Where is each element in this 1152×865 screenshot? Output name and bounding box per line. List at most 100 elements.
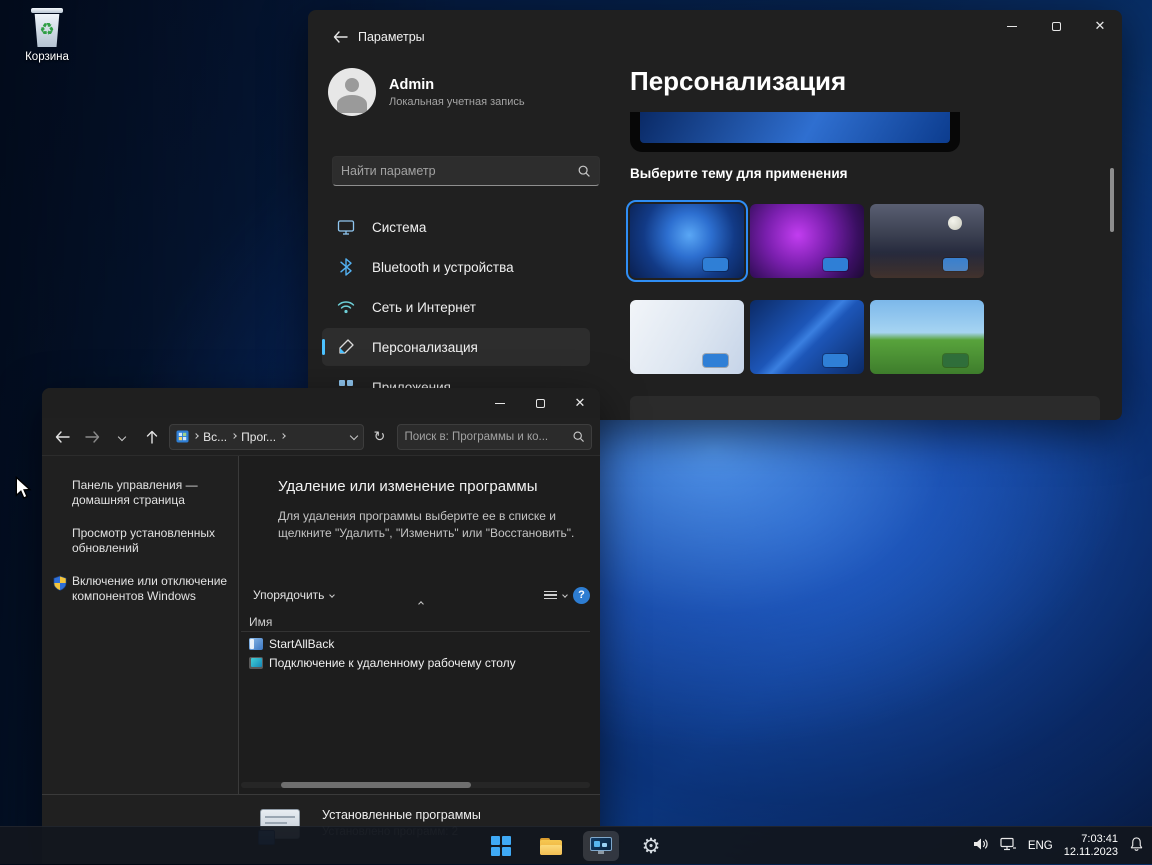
- list-item[interactable]: Подключение к удаленному рабочему столу: [241, 653, 590, 672]
- account-type: Локальная учетная запись: [389, 95, 525, 108]
- address-dropdown-icon[interactable]: [349, 431, 358, 441]
- sidebar-item-system[interactable]: Система: [322, 208, 590, 246]
- help-button[interactable]: [573, 586, 590, 604]
- sidebar-item-network[interactable]: Сеть и Интернет: [322, 288, 590, 326]
- uac-shield-icon: [53, 575, 67, 595]
- section-title: Удаление или изменение программы: [278, 478, 538, 495]
- back-button[interactable]: [326, 26, 354, 50]
- breadcrumb-item[interactable]: Прог...: [241, 430, 276, 444]
- sidebar-item-label: Система: [372, 219, 427, 235]
- tray-time: 7:03:41: [1081, 833, 1118, 845]
- link-control-panel-home[interactable]: Панель управления — домашняя страница: [72, 478, 228, 508]
- system-tray: ENG 7:03:41 12.11.2023: [973, 827, 1144, 865]
- close-icon: ✕: [1094, 18, 1106, 34]
- address-bar[interactable]: Вс... Прог...: [169, 423, 364, 450]
- settings-nav: Система Bluetooth и устройства Сеть и Ин…: [322, 208, 590, 408]
- vertical-scrollbar[interactable]: [1110, 168, 1114, 232]
- theme-preview: [630, 112, 960, 152]
- bluetooth-icon: [336, 257, 356, 277]
- sidebar-item-bluetooth[interactable]: Bluetooth и устройства: [322, 248, 590, 286]
- account-name: Admin: [389, 76, 435, 93]
- minimize-button[interactable]: [480, 388, 520, 418]
- theme-thumbnail-1[interactable]: [626, 200, 748, 282]
- sidebar-item-label: Персонализация: [372, 339, 478, 355]
- explorer-toolbar: Вс... Прог... ↻: [42, 418, 600, 456]
- column-header-name[interactable]: Имя: [241, 612, 590, 632]
- theme-grid: [626, 200, 984, 374]
- breadcrumb-item[interactable]: Вс...: [203, 430, 227, 444]
- maximize-button[interactable]: [520, 388, 560, 418]
- programs-and-features-button[interactable]: [583, 831, 619, 861]
- programs-app-icon: [590, 837, 612, 855]
- taskbar: ⚙ ENG 7:03:41 12.11.2023: [0, 826, 1152, 864]
- sidebar-item-label: Сеть и Интернет: [372, 299, 476, 315]
- back-arrow-icon: [333, 30, 348, 43]
- monitor-icon: [336, 217, 356, 237]
- tasks-pane: Панель управления — домашняя страница Пр…: [42, 456, 238, 794]
- clock[interactable]: 7:03:41 12.11.2023: [1064, 833, 1118, 859]
- section-description: Для удаления программы выберите ее в спи…: [278, 509, 575, 541]
- settings-search-box[interactable]: [332, 156, 600, 186]
- theme-thumbnail-3[interactable]: [870, 204, 984, 278]
- organize-button[interactable]: Упорядочить: [253, 588, 324, 602]
- account-card[interactable]: Admin Локальная учетная запись: [328, 68, 525, 116]
- theme-thumbnail-2[interactable]: [750, 204, 864, 278]
- maximize-icon: [535, 398, 545, 408]
- accent-color-card: [703, 354, 728, 367]
- link-windows-features[interactable]: Включение или отключение компонентов Win…: [53, 574, 228, 604]
- next-section-card[interactable]: [630, 396, 1100, 420]
- sidebar-item-personalization[interactable]: Персонализация: [322, 328, 590, 366]
- remote-desktop-icon: [249, 656, 263, 669]
- tray-date: 12.11.2023: [1063, 846, 1118, 858]
- start-button[interactable]: [483, 831, 519, 861]
- view-mode-icon[interactable]: [544, 590, 557, 600]
- file-explorer-button[interactable]: [533, 831, 569, 861]
- recycle-bin[interactable]: ♻ Корзина: [14, 8, 80, 63]
- close-button[interactable]: ✕: [560, 388, 600, 418]
- notifications-button[interactable]: [1129, 836, 1144, 857]
- control-panel-window: ✕ Вс... Прог... ↻ Поиск в: Программы и к…: [42, 388, 600, 864]
- settings-title: Параметры: [358, 30, 425, 44]
- settings-search-input[interactable]: [341, 164, 577, 178]
- language-indicator[interactable]: ENG: [1028, 840, 1053, 852]
- programs-pane: Удаление или изменение программы Для уда…: [238, 456, 600, 794]
- accent-color-card: [823, 258, 848, 271]
- explorer-search-input[interactable]: [404, 430, 572, 443]
- taskbar-center: ⚙: [483, 827, 669, 865]
- forward-button[interactable]: [80, 424, 106, 450]
- volume-button[interactable]: [973, 837, 989, 856]
- titlebar[interactable]: ✕: [42, 388, 600, 418]
- close-button[interactable]: ✕: [1078, 10, 1122, 42]
- control-panel-icon: [176, 430, 189, 443]
- network-button[interactable]: [1000, 837, 1017, 856]
- settings-button[interactable]: ⚙: [633, 831, 669, 861]
- window-controls: ✕: [480, 388, 600, 418]
- wifi-icon: [336, 297, 356, 317]
- up-button[interactable]: [139, 424, 165, 450]
- theme-thumbnail-6[interactable]: [870, 300, 984, 374]
- scrollbar-thumb[interactable]: [281, 782, 471, 788]
- breadcrumb-separator-icon: [193, 433, 199, 439]
- history-dropdown-button[interactable]: [110, 424, 136, 450]
- folder-icon: [540, 837, 562, 855]
- maximize-button[interactable]: [1034, 10, 1078, 42]
- up-arrow-icon: [147, 430, 158, 444]
- back-button[interactable]: [50, 424, 76, 450]
- minimize-button[interactable]: [990, 10, 1034, 42]
- windows-logo-icon: [491, 836, 511, 856]
- refresh-button[interactable]: ↻: [368, 424, 392, 450]
- link-label: Включение или отключение компонентов Win…: [72, 574, 228, 603]
- breadcrumb-separator-icon: [280, 433, 286, 439]
- theme-thumbnail-4[interactable]: [630, 300, 744, 374]
- theme-thumbnail-5[interactable]: [750, 300, 864, 374]
- moon-decor: [948, 216, 962, 230]
- brush-icon: [336, 337, 356, 357]
- horizontal-scrollbar[interactable]: [241, 782, 590, 788]
- list-item[interactable]: StartAllBack: [241, 634, 590, 653]
- view-dropdown-icon[interactable]: [562, 592, 568, 598]
- startallback-icon: [249, 637, 263, 650]
- explorer-search-box[interactable]: [397, 423, 592, 450]
- link-installed-updates[interactable]: Просмотр установленных обновлений: [72, 526, 228, 556]
- minimize-icon: [495, 402, 505, 404]
- close-icon: ✕: [574, 395, 586, 411]
